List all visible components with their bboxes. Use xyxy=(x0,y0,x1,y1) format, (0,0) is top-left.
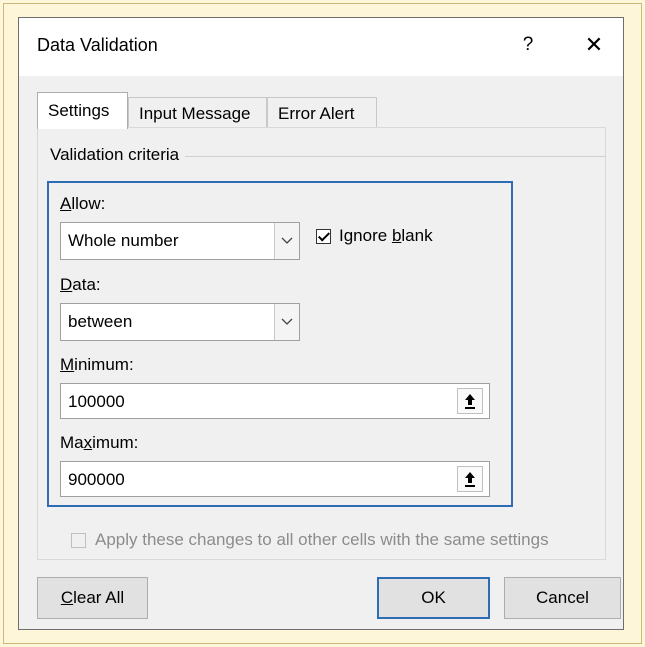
close-icon: ✕ xyxy=(584,32,604,57)
data-label: Data: xyxy=(60,275,101,295)
ok-button[interactable]: OK xyxy=(377,577,490,619)
maximum-value: 900000 xyxy=(68,470,125,489)
allow-label-hotkey: A xyxy=(60,194,72,213)
minimum-label-hotkey: M xyxy=(60,355,75,374)
maximum-label: Maximum: xyxy=(60,433,138,453)
apply-all-checkbox[interactable] xyxy=(71,533,86,548)
tab-strip: Settings Input Message Error Alert xyxy=(37,92,607,129)
maximum-label-before: Ma xyxy=(60,433,84,452)
clear-all-button[interactable]: Clear All xyxy=(37,577,148,619)
allow-dropdown[interactable]: Whole number xyxy=(60,222,300,260)
tab-input-message-label: Input Message xyxy=(139,104,251,123)
minimum-label: Minimum: xyxy=(60,355,134,375)
maximum-label-after: imum: xyxy=(92,433,139,452)
collapse-dialog-arrow-icon xyxy=(465,472,475,487)
allow-label-rest: llow: xyxy=(71,194,106,213)
maximum-label-hotkey: x xyxy=(83,433,93,452)
settings-panel: Validation criteria Allow: Whole number … xyxy=(37,127,606,560)
tab-settings-label: Settings xyxy=(48,101,110,120)
allow-value: Whole number xyxy=(68,231,179,250)
tab-input-message[interactable]: Input Message xyxy=(128,97,267,128)
title-bar: Data Validation ? ✕ xyxy=(19,18,623,76)
cancel-button[interactable]: Cancel xyxy=(504,577,621,619)
collapse-dialog-arrow-icon xyxy=(465,394,475,409)
question-mark-icon: ? xyxy=(522,34,534,55)
data-value: between xyxy=(68,312,133,331)
minimum-input[interactable]: 100000 xyxy=(60,383,490,419)
maximum-range-select-button[interactable] xyxy=(457,466,483,492)
ignore-blank-label: Ignore blank xyxy=(339,226,433,246)
ignore-blank-label-hotkey: b xyxy=(391,226,402,245)
validation-criteria-label: Validation criteria xyxy=(50,145,186,165)
ignore-blank-checkbox[interactable] xyxy=(316,229,331,244)
maximum-input[interactable]: 900000 xyxy=(60,461,490,497)
minimum-value: 100000 xyxy=(68,392,125,411)
criteria-focus-box: Allow: Whole number Ignore blank Data: b… xyxy=(47,181,513,507)
ignore-blank-label-after: lank xyxy=(401,226,433,245)
ignore-blank-label-before: Ignore xyxy=(339,226,392,245)
data-label-hotkey: D xyxy=(60,275,73,294)
tab-error-alert[interactable]: Error Alert xyxy=(267,97,377,128)
data-dropdown[interactable]: between xyxy=(60,303,300,341)
clear-all-hotkey: C xyxy=(60,588,74,607)
minimum-label-rest: inimum: xyxy=(74,355,134,374)
help-button[interactable]: ? xyxy=(515,30,541,60)
minimum-range-select-button[interactable] xyxy=(457,388,483,414)
data-validation-dialog: Data Validation ? ✕ Settings Input Messa… xyxy=(18,17,624,630)
allow-label: Allow: xyxy=(60,194,105,214)
chevron-down-icon[interactable] xyxy=(274,304,299,340)
apply-all-label: Apply these changes to all other cells w… xyxy=(95,530,549,549)
clear-all-rest: lear All xyxy=(73,588,125,607)
dialog-title: Data Validation xyxy=(37,35,158,55)
data-label-rest: ata: xyxy=(72,275,101,294)
close-button[interactable]: ✕ xyxy=(579,30,609,60)
tab-error-alert-label: Error Alert xyxy=(278,104,355,123)
tab-settings[interactable]: Settings xyxy=(37,92,128,129)
chevron-down-icon[interactable] xyxy=(274,223,299,259)
